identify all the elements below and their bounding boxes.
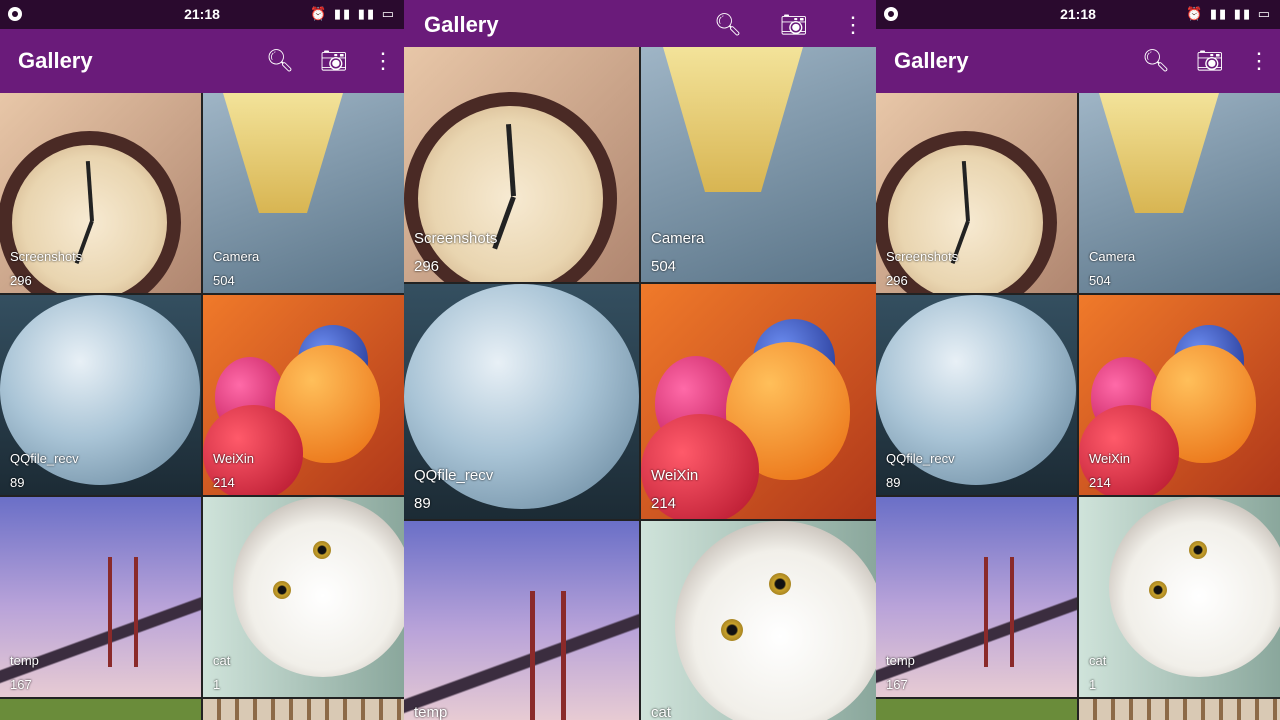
album-name: Camera bbox=[1089, 249, 1136, 264]
album-tile-camera[interactable]: Camera 504 bbox=[1079, 93, 1280, 293]
clock-image bbox=[404, 92, 617, 282]
cat-image bbox=[675, 521, 876, 720]
album-name: WeiXin bbox=[1089, 451, 1130, 466]
album-name: temp bbox=[10, 653, 39, 668]
app-toolbar: Gallery 🔍︎ 📷︎ ⋮ bbox=[876, 29, 1280, 93]
album-count: 89 bbox=[886, 475, 901, 490]
album-count: 89 bbox=[10, 475, 25, 490]
album-name: temp bbox=[886, 653, 915, 668]
album-tile-cat[interactable]: cat bbox=[641, 521, 876, 720]
album-count: 504 bbox=[213, 273, 235, 288]
status-icons: ⏰ ▮▮ ▮▮ ▭ bbox=[1186, 6, 1272, 21]
album-name: Screenshots bbox=[886, 249, 959, 264]
album-count: 214 bbox=[213, 475, 235, 490]
album-count: 214 bbox=[1089, 475, 1111, 490]
cat-image bbox=[1109, 497, 1280, 677]
album-name: cat bbox=[651, 704, 672, 720]
album-name: WeiXin bbox=[651, 467, 699, 484]
bridge-tower bbox=[984, 557, 1014, 667]
album-grid: Screenshots 296 Camera 504 QQfile_recv 8… bbox=[876, 93, 1280, 720]
album-tile-screenshots[interactable]: Screenshots 296 bbox=[876, 93, 1077, 293]
album-grid: Screenshots 296 Camera 504 QQfile_recv 8… bbox=[0, 93, 404, 720]
album-name: QQfile_recv bbox=[10, 451, 79, 466]
more-vert-icon[interactable]: ⋮ bbox=[1248, 48, 1270, 74]
search-icon[interactable]: 🔍︎ bbox=[266, 48, 294, 74]
album-tile-cat[interactable]: cat 1 bbox=[203, 497, 404, 697]
phone-screen-center: Gallery 🔍︎ 📷︎ ⋮ Screenshots 296 Camera 5… bbox=[404, 0, 876, 720]
album-count: 89 bbox=[414, 495, 431, 512]
status-time: 21:18 bbox=[184, 6, 220, 22]
clock-image bbox=[876, 131, 1057, 293]
album-tile-screenshots[interactable]: Screenshots 296 bbox=[0, 93, 201, 293]
more-vert-icon[interactable]: ⋮ bbox=[842, 12, 864, 38]
album-name: temp bbox=[414, 704, 448, 720]
album-tile-qqfile-recv[interactable]: QQfile_recv 89 bbox=[404, 284, 639, 519]
album-tile-partial[interactable] bbox=[876, 699, 1077, 720]
album-name: QQfile_recv bbox=[886, 451, 955, 466]
album-tile-qqfile-recv[interactable]: QQfile_recv 89 bbox=[876, 295, 1077, 495]
album-tile-cat[interactable]: cat 1 bbox=[1079, 497, 1280, 697]
page-title: Gallery bbox=[424, 12, 499, 37]
more-vert-icon[interactable]: ⋮ bbox=[372, 48, 394, 74]
notification-icon bbox=[884, 7, 898, 21]
album-count: 1 bbox=[1089, 677, 1097, 692]
notification-icon bbox=[8, 7, 22, 21]
album-name: cat bbox=[213, 653, 231, 668]
album-tile-weixin[interactable]: WeiXin 214 bbox=[203, 295, 404, 495]
page-title: Gallery bbox=[894, 48, 969, 73]
status-time: 21:18 bbox=[1060, 6, 1096, 22]
album-name: Camera bbox=[651, 230, 705, 247]
status-icons: ⏰ ▮▮ ▮▮ ▭ bbox=[310, 6, 396, 21]
album-count: 214 bbox=[651, 495, 677, 512]
bridge-tower bbox=[530, 591, 566, 720]
search-icon[interactable]: 🔍︎ bbox=[1142, 48, 1170, 74]
album-tile-weixin[interactable]: WeiXin 214 bbox=[641, 284, 876, 519]
album-tile-partial[interactable] bbox=[203, 699, 404, 720]
phone-screen-left: 21:18 ⏰ ▮▮ ▮▮ ▭ Gallery 🔍︎ 📷︎ ⋮ Screensh… bbox=[0, 0, 404, 720]
album-tile-partial[interactable] bbox=[1079, 699, 1280, 720]
album-grid: Screenshots 296 Camera 504 QQfile_recv 8… bbox=[404, 47, 876, 720]
camera-icon[interactable]: 📷︎ bbox=[320, 48, 348, 74]
status-bar: 21:18 ⏰ ▮▮ ▮▮ ▭ bbox=[876, 0, 1280, 29]
album-count: 504 bbox=[651, 258, 677, 275]
album-name: QQfile_recv bbox=[414, 467, 494, 484]
shuttlecock-image bbox=[223, 93, 343, 213]
album-name: Screenshots bbox=[414, 230, 498, 247]
shuttlecock-image bbox=[1099, 93, 1219, 213]
album-tile-weixin[interactable]: WeiXin 214 bbox=[1079, 295, 1280, 495]
phone-screen-right: 21:18 ⏰ ▮▮ ▮▮ ▭ Gallery 🔍︎ 📷︎ ⋮ Screensh… bbox=[876, 0, 1280, 720]
album-tile-temp[interactable]: temp 167 bbox=[876, 497, 1077, 697]
album-count: 296 bbox=[886, 273, 908, 288]
status-bar: 21:18 ⏰ ▮▮ ▮▮ ▭ bbox=[0, 0, 404, 29]
camera-icon[interactable]: 📷︎ bbox=[1196, 48, 1224, 74]
shuttlecock-image bbox=[663, 47, 803, 192]
album-count: 504 bbox=[1089, 273, 1111, 288]
album-tile-screenshots[interactable]: Screenshots 296 bbox=[404, 47, 639, 282]
album-tile-camera[interactable]: Camera 504 bbox=[641, 47, 876, 282]
album-name: Camera bbox=[213, 249, 260, 264]
album-tile-partial[interactable] bbox=[0, 699, 201, 720]
clock-image bbox=[0, 131, 181, 293]
album-name: Screenshots bbox=[10, 249, 83, 264]
album-tile-qqfile-recv[interactable]: QQfile_recv 89 bbox=[0, 295, 201, 495]
search-icon[interactable]: 🔍︎ bbox=[714, 12, 742, 38]
cat-image bbox=[233, 497, 404, 677]
page-title: Gallery bbox=[18, 48, 93, 73]
album-name: cat bbox=[1089, 653, 1107, 668]
album-count: 296 bbox=[414, 258, 440, 275]
album-tile-camera[interactable]: Camera 504 bbox=[203, 93, 404, 293]
album-count: 1 bbox=[213, 677, 221, 692]
album-count: 167 bbox=[10, 677, 32, 692]
bridge-tower bbox=[108, 557, 138, 667]
camera-icon[interactable]: 📷︎ bbox=[780, 12, 808, 38]
album-tile-temp[interactable]: temp 167 bbox=[0, 497, 201, 697]
album-count: 167 bbox=[886, 677, 908, 692]
album-tile-temp[interactable]: temp bbox=[404, 521, 639, 720]
album-count: 296 bbox=[10, 273, 32, 288]
app-toolbar: Gallery 🔍︎ 📷︎ ⋮ bbox=[0, 29, 404, 93]
app-toolbar: Gallery 🔍︎ 📷︎ ⋮ bbox=[404, 0, 876, 47]
album-name: WeiXin bbox=[213, 451, 254, 466]
